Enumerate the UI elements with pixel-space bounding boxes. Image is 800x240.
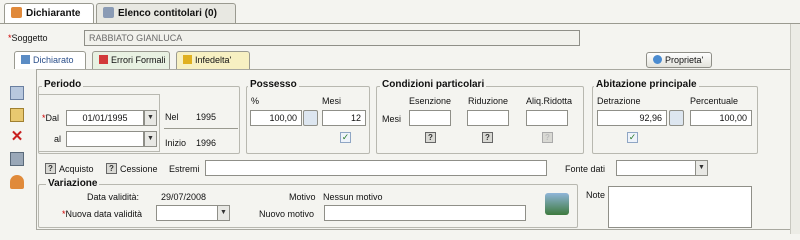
person-icon [11, 7, 22, 18]
cessione-label: Cessione [120, 164, 158, 174]
subtab-errori-formali[interactable]: Errori Formali [92, 51, 170, 69]
fonte-dati-dropdown-button[interactable]: ▼ [695, 160, 708, 176]
variazione-title: Variazione [46, 178, 100, 189]
abitazione-title: Abitazione principale [594, 79, 699, 90]
dal-dropdown-button[interactable]: ▼ [144, 110, 157, 126]
riduzione-mesi-input[interactable] [467, 110, 509, 126]
nel-value: 1995 [196, 112, 217, 122]
tab-dichiarante[interactable]: Dichiarante [4, 3, 94, 24]
col-riduzione-label: Riduzione [468, 96, 509, 106]
possesso-checkbox[interactable]: ✓ [340, 132, 351, 143]
delete-icon[interactable]: ✕ [10, 129, 24, 144]
estremi-input[interactable] [205, 160, 547, 176]
vertical-scrollbar[interactable] [790, 24, 800, 234]
data-validita-value: 29/07/2008 [161, 192, 207, 202]
subtab-errori-formali-label: Errori Formali [111, 55, 166, 65]
riduzione-help-icon[interactable]: ? [482, 132, 493, 143]
possesso-pct-input[interactable]: 100,00 [250, 110, 302, 126]
dal-label: *Dal [42, 113, 60, 123]
inizio-value: 1996 [196, 138, 217, 148]
detrazione-input[interactable]: 92,96 [597, 110, 667, 126]
esenzione-mesi-input[interactable] [409, 110, 451, 126]
inizio-label: Inizio [165, 138, 187, 148]
variazione-user-icon[interactable] [545, 193, 569, 215]
possesso-title: Possesso [248, 79, 299, 90]
motivo-label: Motivo [289, 192, 316, 202]
col-esenzione-label: Esenzione [409, 96, 452, 106]
acquisto-help-icon[interactable]: ? [45, 163, 56, 174]
al-input[interactable] [66, 131, 144, 147]
dal-input[interactable]: 01/01/1995 [66, 110, 144, 126]
calculator-icon[interactable] [303, 110, 318, 126]
proprieta-label: Proprieta' [665, 55, 704, 65]
aliq-help-icon: ? [542, 132, 553, 143]
abitazione-checkbox[interactable]: ✓ [627, 132, 638, 143]
condizioni-title: Condizioni particolari [380, 79, 487, 90]
possesso-pct-label: % [251, 96, 260, 106]
subtab-infedelta[interactable]: Infedelta' [176, 51, 250, 69]
tab-strip-divider [0, 23, 800, 24]
possesso-mesi-input[interactable]: 12 [322, 110, 366, 126]
people-icon [103, 7, 114, 18]
acquisto-label: Acquisto [59, 164, 94, 174]
data-validita-label: Data validità: [87, 192, 140, 202]
estremi-label: Estremi [169, 164, 200, 174]
nel-label: Nel [165, 112, 179, 122]
al-dropdown-button[interactable]: ▼ [144, 131, 157, 147]
subtab-dichiarato-label: Dichiarato [33, 55, 74, 65]
percentuale-label: Percentuale [690, 96, 739, 106]
note-textarea[interactable] [608, 186, 752, 228]
detrazione-label: Detrazione [597, 96, 641, 106]
nuovo-motivo-input[interactable] [324, 205, 526, 221]
note-label: Note [586, 190, 606, 200]
esenzione-help-icon[interactable]: ? [425, 132, 436, 143]
subtab-infedelta-label: Infedelta' [195, 55, 232, 65]
fonte-dati-select[interactable] [616, 160, 696, 176]
periodo-title: Periodo [42, 79, 84, 90]
copy-icon[interactable] [10, 108, 24, 122]
error-icon [99, 55, 108, 64]
detrazione-calc-icon[interactable] [669, 110, 684, 126]
new-record-icon[interactable] [10, 86, 24, 100]
subtab-dichiarato[interactable]: Dichiarato [14, 51, 86, 69]
user-icon[interactable] [10, 175, 24, 189]
aliq-mesi-input[interactable] [526, 110, 568, 126]
possesso-mesi-label: Mesi [322, 96, 342, 106]
document-edit-icon [21, 55, 30, 64]
al-label: al [54, 134, 62, 144]
proprieta-button[interactable]: Proprieta' [646, 52, 712, 68]
condizioni-mesi-label: Mesi [382, 114, 402, 124]
col-aliq-label: Aliq.Ridotta [526, 96, 573, 106]
motivo-value: Nessun motivo [323, 192, 383, 202]
fonte-dati-label: Fonte dati [565, 164, 606, 174]
nuova-data-input[interactable] [156, 205, 218, 221]
percentuale-input[interactable]: 100,00 [690, 110, 752, 126]
soggetto-label: *Soggetto [8, 33, 48, 43]
tab-dichiarante-label: Dichiarante [26, 8, 81, 19]
tab-elenco-contitolari-label: Elenco contitolari (0) [118, 8, 217, 19]
print-icon[interactable] [10, 152, 24, 166]
soggetto-field[interactable]: RABBIATO GIANLUCA [84, 30, 580, 46]
periodo-divider [164, 128, 238, 129]
cessione-help-icon[interactable]: ? [106, 163, 117, 174]
nuova-data-dropdown-button[interactable]: ▼ [217, 205, 230, 221]
warning-icon [183, 55, 192, 64]
properties-icon [653, 55, 662, 64]
nuovo-motivo-label: Nuovo motivo [259, 209, 315, 219]
nuova-data-label: *Nuova data validità [62, 209, 143, 219]
tab-elenco-contitolari[interactable]: Elenco contitolari (0) [96, 3, 236, 23]
